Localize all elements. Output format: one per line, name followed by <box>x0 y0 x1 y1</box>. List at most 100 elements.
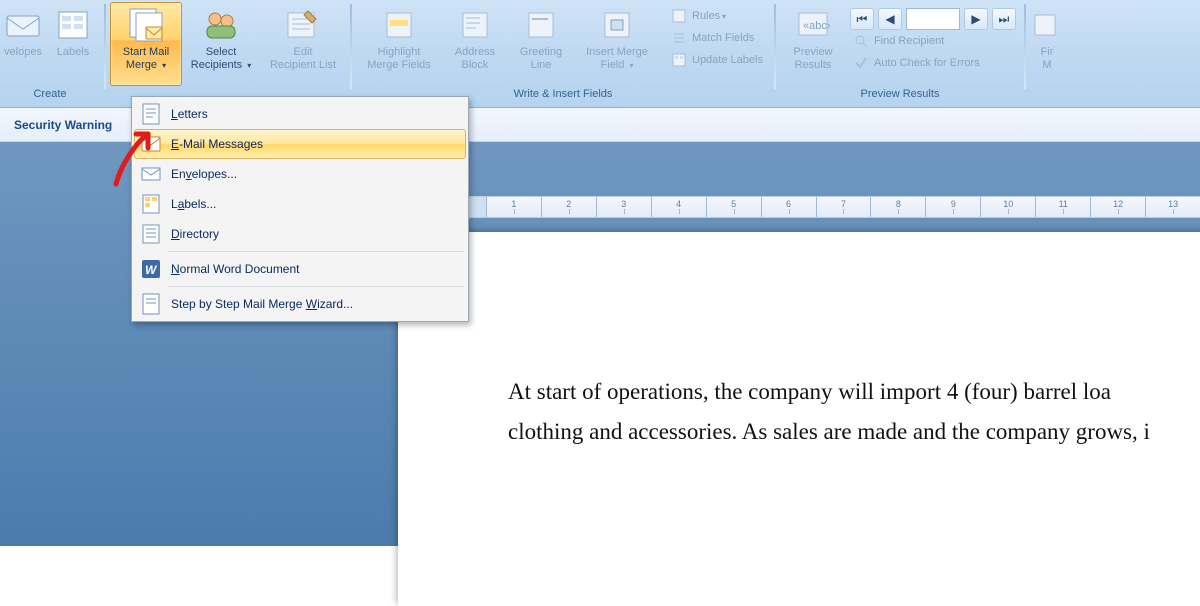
select-recipients-label: SelectRecipients ▾ <box>191 46 251 72</box>
dropdown-separator <box>168 286 464 287</box>
ruler-unit: 6 <box>761 197 816 217</box>
email-icon <box>137 131 165 157</box>
dropdown-item-directory[interactable]: Directory <box>134 219 466 249</box>
search-icon <box>853 33 869 49</box>
document-page[interactable]: At start of operations, the company will… <box>398 232 1200 606</box>
dropdown-label: Envelopes... <box>171 167 237 181</box>
ruler-unit: 9 <box>925 197 980 217</box>
finish-label: FirM <box>1041 46 1054 72</box>
dropdown-separator <box>168 251 464 252</box>
mail-merge-icon <box>126 6 166 44</box>
group-label-preview: Preview Results <box>780 86 1020 103</box>
document-paragraph: clothing and accessories. As sales are m… <box>508 412 1200 452</box>
record-number-input[interactable] <box>906 8 960 30</box>
labels-icon <box>53 6 93 44</box>
dropdown-label: Directory <box>171 227 219 241</box>
ruler-unit: 7 <box>816 197 871 217</box>
group-preview-results: «abc» PreviewResults ⏮ ◀ ▶ ⏭ Find Recipi… <box>776 0 1024 107</box>
greeting-icon <box>521 6 561 44</box>
finish-icon <box>1027 6 1067 44</box>
insert-merge-icon <box>597 6 637 44</box>
dropdown-item-wizard[interactable]: Step by Step Mail Merge Wizard... <box>134 289 466 319</box>
find-recipient-button[interactable]: Find Recipient <box>846 30 1020 52</box>
security-warning-text: Security Warning <box>14 118 112 132</box>
edit-recipient-list-button[interactable]: EditRecipient List <box>260 2 346 86</box>
envelope-icon <box>137 161 165 187</box>
ruler-unit: 10 <box>980 197 1035 217</box>
select-recipients-button[interactable]: SelectRecipients ▾ <box>182 2 260 86</box>
horizontal-ruler[interactable]: 12345678910111213 <box>398 196 1200 218</box>
find-recipient-label: Find Recipient <box>874 35 944 47</box>
nav-first-button[interactable]: ⏮ <box>850 8 874 30</box>
dropdown-item-normal-document[interactable]: W Normal Word Document <box>134 254 466 284</box>
recipients-icon <box>201 6 241 44</box>
rules-button[interactable]: Rules ▾ <box>664 5 770 27</box>
edit-recipient-list-label: EditRecipient List <box>270 46 336 72</box>
dropdown-item-envelopes[interactable]: Envelopes... <box>134 159 466 189</box>
insert-merge-field-label: Insert MergeField ▾ <box>586 46 648 72</box>
preview-results-label: PreviewResults <box>793 46 832 72</box>
dropdown-label: Labels... <box>171 197 216 211</box>
highlight-merge-fields-button[interactable]: HighlightMerge Fields <box>356 2 442 86</box>
wizard-icon <box>137 291 165 317</box>
dropdown-item-labels[interactable]: Labels... <box>134 189 466 219</box>
edit-list-icon <box>283 6 323 44</box>
dropdown-item-email-messages[interactable]: E-Mail Messages <box>134 129 466 159</box>
group-start-mail-merge: Start MailMerge ▾ SelectRecipients ▾ Edi… <box>106 0 350 107</box>
address-block-icon <box>455 6 495 44</box>
highlight-label: HighlightMerge Fields <box>367 46 431 72</box>
ruler-unit: 2 <box>541 197 596 217</box>
group-create: velopes Labels Create <box>0 0 104 107</box>
preview-results-button[interactable]: «abc» PreviewResults <box>780 2 846 86</box>
group-write-insert: HighlightMerge Fields AddressBlock Greet… <box>352 0 774 107</box>
ruler-unit: 1 <box>486 197 541 217</box>
dropdown-label: E-Mail Messages <box>171 137 263 151</box>
address-block-button[interactable]: AddressBlock <box>442 2 508 86</box>
auto-check-errors-button[interactable]: Auto Check for Errors <box>846 52 1020 74</box>
nav-next-button[interactable]: ▶ <box>964 8 988 30</box>
chevron-down-icon: ▾ <box>722 12 726 21</box>
dropdown-item-letters[interactable]: Letters <box>134 99 466 129</box>
update-labels-button[interactable]: Update Labels <box>664 49 770 71</box>
labels-label: Labels <box>57 46 89 59</box>
greeting-line-button[interactable]: GreetingLine <box>508 2 574 86</box>
ruler-unit: 4 <box>651 197 706 217</box>
record-navigator: ⏮ ◀ ▶ ⏭ <box>846 2 1020 30</box>
group-label-start <box>110 86 346 91</box>
word-doc-icon: W <box>137 256 165 282</box>
match-fields-icon <box>671 30 687 46</box>
group-finish: FirM <box>1026 0 1068 107</box>
document-paragraph: At start of operations, the company will… <box>508 372 1200 412</box>
start-mail-merge-button[interactable]: Start MailMerge ▾ <box>110 2 182 86</box>
address-block-label: AddressBlock <box>455 46 495 72</box>
ruler-unit: 12 <box>1090 197 1145 217</box>
chevron-down-icon: ▾ <box>162 61 166 70</box>
chevron-down-icon: ▾ <box>247 61 251 70</box>
labels-button[interactable]: Labels <box>46 2 100 86</box>
chevron-down-icon: ▾ <box>629 61 633 70</box>
group-label-create: Create <box>0 86 100 103</box>
dropdown-label: Normal Word Document <box>171 262 300 276</box>
highlight-icon <box>379 6 419 44</box>
letter-icon <box>137 101 165 127</box>
insert-merge-field-button[interactable]: Insert MergeField ▾ <box>574 2 660 86</box>
preview-icon: «abc» <box>793 6 833 44</box>
ruler-unit: 5 <box>706 197 761 217</box>
nav-last-button[interactable]: ⏭ <box>992 8 1016 30</box>
match-fields-button[interactable]: Match Fields <box>664 27 770 49</box>
update-labels-label: Update Labels <box>692 54 763 66</box>
envelope-icon <box>3 6 43 44</box>
start-mail-merge-label: Start MailMerge ▾ <box>123 46 169 72</box>
labels-icon <box>137 191 165 217</box>
nav-prev-button[interactable]: ◀ <box>878 8 902 30</box>
ruler-unit: 11 <box>1035 197 1090 217</box>
ruler-unit: 13 <box>1145 197 1200 217</box>
ruler-unit: 3 <box>596 197 651 217</box>
svg-text:W: W <box>145 263 158 277</box>
rules-label: Rules <box>692 10 720 22</box>
ribbon: velopes Labels Create <box>0 0 1200 108</box>
envelopes-button[interactable]: velopes <box>0 2 46 86</box>
check-icon <box>853 55 869 71</box>
start-mail-merge-dropdown: Letters E-Mail Messages Envelopes... Lab… <box>131 96 469 322</box>
finish-merge-button[interactable]: FirM <box>1030 2 1064 86</box>
